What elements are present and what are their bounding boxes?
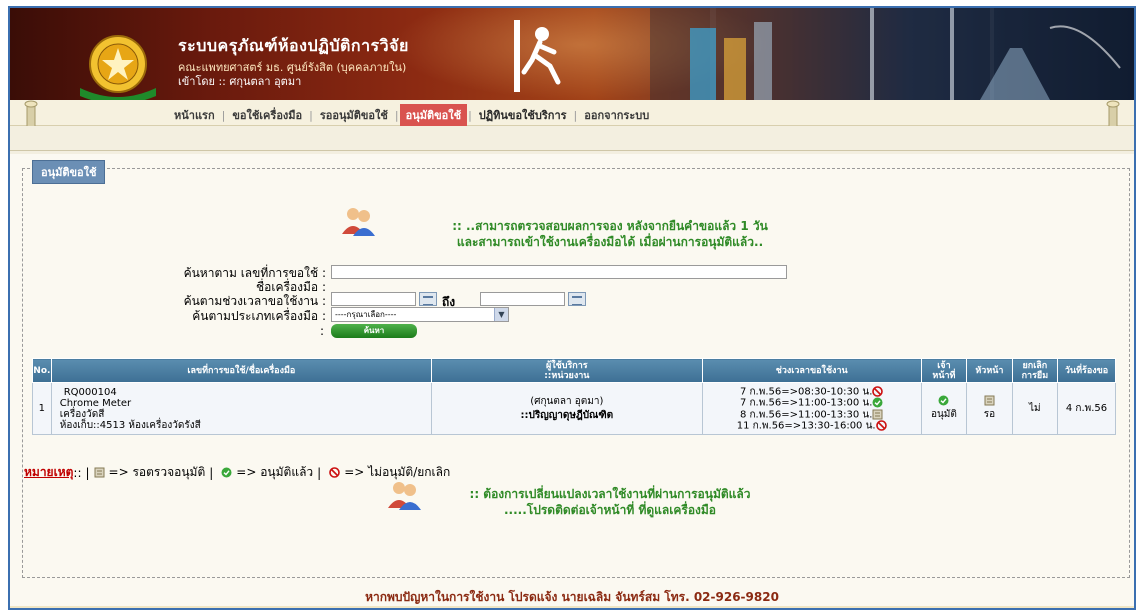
pending-icon [984,395,995,406]
col-user: ผู้ใช้บริการ::หน่วยงาน [430,358,703,383]
cell-user: (ศกุนตลา อุตมา) ::ปริญญาดุษฎีบัณฑิต [430,382,703,435]
head-status: รอ [983,408,996,420]
search-button[interactable]: ค้นหา [331,324,417,338]
footer-contact: หากพบปัญหาในการใช้งาน โปรดแจ้ง นายเฉลิม … [365,590,779,604]
results-table: No. เลขที่การขอใช้/ชื่อเครื่องมือ ผู้ใช้… [32,358,1116,435]
cell-period: 7 ก.พ.56=>08:30-10:30 น. 7 ก.พ.56=>11:00… [701,382,922,435]
time-slot-text: 7 ก.พ.56=>08:30-10:30 น. [739,386,873,397]
col-user-line1: ผู้ใช้บริการ [545,360,588,371]
reject-icon [875,420,887,431]
time-slot: 7 ก.พ.56=>11:00-13:00 น. [703,397,921,409]
header-banner: ระบบครุภัณฑ์ห้องปฏิบัติการวิจัย คณะแพทยศ… [10,8,1134,100]
notice-line-2: และสามารถเข้าใช้งานเครื่องมือได้ เมื่อผ่… [456,235,764,249]
cell-no: 1 [32,382,52,435]
time-slot-text: 8 ก.พ.56=>11:00-13:30 น. [739,409,873,420]
nav-home[interactable]: หน้าแรก [168,104,221,126]
pending-icon [872,409,883,419]
system-title: ระบบครุภัณฑ์ห้องปฏิบัติการวิจัย [178,36,409,55]
start-calendar-icon[interactable] [419,292,437,306]
approved-icon [221,467,232,478]
time-slot-text: 7 ก.พ.56=>11:00-13:00 น. [739,397,873,409]
nav-pending-approval[interactable]: รออนุมัติขอใช้ [314,104,394,126]
university-seal-icon [80,35,156,100]
note-separator: | [209,465,214,480]
lab-glassware-image [650,8,1134,100]
time-slot: 7 ก.พ.56=>08:30-10:30 น. [703,385,921,397]
request-number-input[interactable] [331,265,787,279]
nav-request-tool[interactable]: ขอใช้เครื่องมือ [226,104,308,126]
change-notice: :: ต้องการเปลี่ยนแปลงเวลาใช้งานที่ผ่านกา… [410,486,810,518]
change-notice-line-2: .....โปรดติดต่อเจ้าหน้าที่ ที่ดูแลเครื่อ… [503,503,717,517]
col-officer-line2: หน้าที่ [932,370,956,381]
col-period: ช่วงเวลาขอใช้งาน [701,358,922,383]
end-date-input[interactable] [480,292,565,306]
time-slot: 11 ก.พ.56=>13:30-16:00 น. [703,420,921,432]
runner-figure-icon [514,20,561,92]
note-separator: | [85,465,90,480]
approved-icon [872,397,883,408]
nav-calendar[interactable]: ปฏิทินขอใช้บริการ [473,104,573,126]
col-officer-line1: เจ้า [937,360,951,371]
user-name: (ศกุนตลา อุตมา) [530,395,604,407]
note-pending: => รอตรวจอนุมัติ [108,465,206,479]
change-notice-line-1: :: ต้องการเปลี่ยนแปลงเวลาใช้งานที่ผ่านกา… [469,487,751,501]
main-navigation: หน้าแรก | ขอใช้เครื่องมือ | รออนุมัติขอใ… [168,104,655,126]
section-legend: อนุมัติขอใช้ [32,160,106,184]
col-cancel: ยกเลิก การยืม [1011,358,1059,383]
lab-name: เครื่องวัดสี [59,408,105,420]
nav-approved[interactable]: อนุมัติขอใช้ [399,104,468,126]
content-top-band [10,126,1134,154]
col-cancel-line1: ยกเลิก [1022,360,1048,371]
pending-icon [94,467,105,478]
reject-icon [329,467,341,478]
notice-block: :: ..สามารถตรวจสอบผลการจอง หลังจากยืนคำข… [370,218,850,250]
content-divider [10,150,1134,151]
app-window: ระบบครุภัณฑ์ห้องปฏิบัติการวิจัย คณะแพทยศ… [8,6,1136,610]
colon-label: : [320,324,325,338]
time-slot: 8 ก.พ.56=>11:00-13:30 น. [703,409,921,420]
col-cancel-line2: การยืม [1021,370,1049,381]
table-header-row: No. เลขที่การขอใช้/ชื่อเครื่องมือ ผู้ใช้… [32,358,1116,383]
label-tool-type: ค้นตามประเภทเครื่องมือ : [192,309,326,323]
select-value: ----กรุณาเลือก---- [335,310,397,319]
cell-request: RQ000104 Chrome Meter เครื่องวัดสี ห้องเ… [50,382,432,435]
col-user-line2: ::หน่วยงาน [544,370,590,381]
col-date: วันที่ร้องขอ [1057,358,1116,383]
logged-in-user: เข้าโดย :: ศกุนตลา อุตมา [178,75,302,88]
notice-line-1: :: ..สามารถตรวจสอบผลการจอง หลังจากยืนคำข… [452,219,768,233]
cell-officer: อนุมัติ [920,382,968,435]
cell-head: รอ [966,382,1013,435]
approved-icon [938,395,949,406]
col-no: No. [32,358,52,383]
cell-date: 4 ก.พ.56 [1057,382,1116,435]
request-id: RQ000104 [63,386,117,398]
chevron-down-icon: ▼ [494,308,508,321]
officer-status: อนุมัติ [930,408,957,420]
user-unit: ::ปริญญาดุษฎีบัณฑิต [520,409,614,421]
tool-name: Chrome Meter [59,397,132,409]
col-officer: เจ้า หน้าที่ [920,358,968,383]
table-row[interactable]: 1 RQ000104 Chrome Meter เครื่องวัดสี ห้อ… [32,382,1116,435]
note-separator: | [317,465,322,480]
time-slot-text: 11 ก.พ.56=>13:30-16:00 น. [736,420,876,432]
room-name: ห้องเก็บ::4513 ห้องเครื่องวัดรังสี [59,419,201,431]
col-head: หัวหน้า [966,358,1013,383]
col-request: เลขที่การขอใช้/ชื่อเครื่องมือ [50,358,432,383]
cell-cancel: ไม่ [1011,382,1059,435]
bottom-bar [10,606,1134,608]
note-approved: => อนุมัติแล้ว [236,465,314,479]
nav-logout[interactable]: ออกจากระบบ [578,104,655,126]
start-date-input[interactable] [331,292,416,306]
note-colons: :: [73,465,82,480]
tool-type-select[interactable]: ----กรุณาเลือก---- ▼ [331,307,509,322]
note-label: หมายเหตุ [24,465,74,479]
reject-icon [872,385,884,397]
end-calendar-icon[interactable] [568,292,586,306]
menu-bar: หน้าแรก | ขอใช้เครื่องมือ | รออนุมัติขอใ… [10,100,1134,139]
